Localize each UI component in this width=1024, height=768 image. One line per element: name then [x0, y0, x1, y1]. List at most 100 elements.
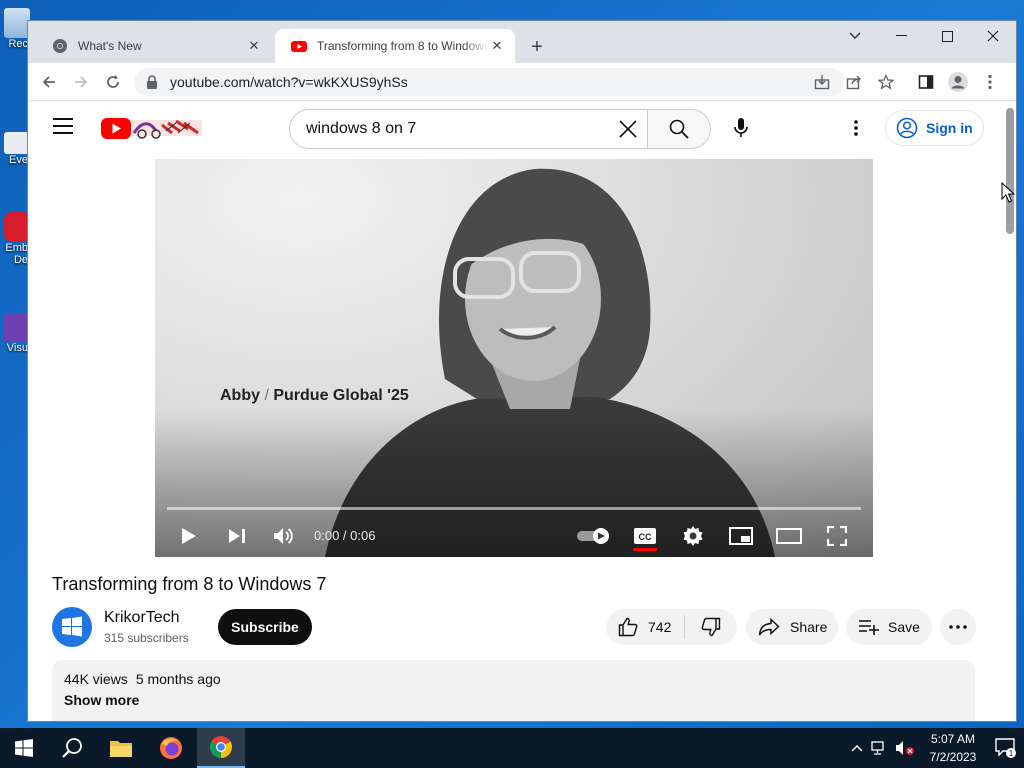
like-dislike-group: 742: [606, 609, 737, 645]
share-button[interactable]: Share: [746, 609, 838, 645]
next-button[interactable]: [223, 523, 251, 549]
folder-icon: [110, 741, 132, 757]
miniplayer-icon: [729, 527, 753, 545]
taskbar-clock[interactable]: 5:07 AM 7/2/2023: [918, 730, 988, 766]
youtube-logo[interactable]: [100, 115, 202, 141]
miniplayer-button[interactable]: [727, 523, 755, 549]
search-button[interactable]: [648, 109, 711, 149]
youtube-icon: [291, 41, 307, 52]
search-icon: [62, 738, 82, 758]
new-tab-button[interactable]: +: [525, 35, 549, 59]
closed-captions-icon: CC: [634, 528, 656, 544]
captions-button[interactable]: CC: [631, 523, 659, 549]
tab-strip: What's New ✕ Transforming from 8 to Wind…: [28, 21, 1016, 63]
start-button[interactable]: [0, 728, 48, 768]
search-input[interactable]: windows 8 on 7: [289, 109, 648, 149]
account-circle-icon: [896, 117, 918, 139]
desktop-icon-recycle-bin[interactable]: Rec: [0, 8, 30, 50]
windows-taskbar: 5:07 AM 7/2/2023 1: [0, 728, 1024, 768]
close-tab-icon[interactable]: ✕: [246, 38, 262, 54]
back-button[interactable]: [36, 69, 62, 95]
description-box[interactable]: 44K views 5 months ago Show more: [52, 660, 975, 721]
taskbar-search-button[interactable]: [48, 728, 96, 768]
video-meta: 44K views 5 months ago: [64, 671, 963, 687]
clear-search-icon[interactable]: [617, 118, 639, 140]
upload-age: 5 months ago: [135, 671, 221, 687]
play-icon: [182, 528, 196, 544]
window-controls: [832, 21, 1016, 51]
forward-button[interactable]: [68, 69, 94, 95]
reload-button[interactable]: [100, 69, 126, 95]
bookmark-star-icon[interactable]: [870, 69, 902, 95]
close-tab-icon[interactable]: ✕: [489, 38, 505, 54]
thumbs-up-icon: [618, 617, 638, 637]
channel-avatar[interactable]: [52, 607, 92, 647]
share-arrow-icon: [758, 618, 780, 636]
address-bar[interactable]: youtube.com/watch?v=wkKXUS9yhSs: [134, 68, 844, 96]
video-progress-bar[interactable]: [167, 507, 861, 510]
more-actions-button[interactable]: [940, 609, 976, 645]
lock-icon: [147, 75, 157, 89]
svg-text:CC: CC: [639, 532, 652, 542]
install-icon[interactable]: [806, 69, 838, 95]
dislike-button[interactable]: [685, 609, 737, 645]
thumbs-down-icon: [701, 617, 721, 637]
desktop-icon-events[interactable]: Eve: [0, 132, 30, 166]
hamburger-menu-icon[interactable]: [53, 118, 73, 134]
autoplay-toggle[interactable]: [577, 523, 611, 549]
tab-whats-new[interactable]: What's New ✕: [36, 29, 272, 63]
video-time: 0:00 / 0:06: [314, 528, 376, 543]
chrome-icon: [210, 736, 232, 758]
subscribe-button[interactable]: Subscribe: [218, 609, 312, 645]
fullscreen-icon: [827, 526, 847, 546]
taskbar-file-explorer[interactable]: [97, 728, 145, 768]
notification-icon: 1: [995, 738, 1016, 758]
skip-next-icon: [229, 529, 245, 543]
minimize-button[interactable]: [878, 21, 924, 51]
mouse-cursor-icon: [1001, 182, 1015, 203]
taskbar-chrome[interactable]: [197, 728, 245, 768]
desktop-icon-embedded[interactable]: Emb De: [0, 212, 30, 266]
youtube-logo-icon: [101, 118, 131, 139]
profile-avatar-icon[interactable]: [942, 69, 974, 95]
network-icon[interactable]: [868, 740, 892, 756]
autoplay-toggle-icon: [577, 528, 609, 544]
theater-mode-icon: [776, 528, 802, 544]
video-player[interactable]: Abby / Purdue Global '25 0:00 / 0:06 CC: [155, 159, 873, 557]
tab-youtube-video[interactable]: Transforming from 8 to Windows 7 ✕: [275, 29, 515, 63]
settings-button[interactable]: [679, 523, 707, 549]
share-page-icon[interactable]: [838, 69, 870, 95]
page-scrollbar[interactable]: [1006, 108, 1014, 234]
more-horizontal-icon: [949, 625, 967, 629]
browser-menu-icon[interactable]: [974, 69, 1006, 95]
player-controls: 0:00 / 0:06 CC: [155, 515, 873, 557]
save-button[interactable]: Save: [846, 609, 932, 645]
volume-muted-icon[interactable]: [892, 740, 918, 756]
maximize-button[interactable]: [924, 21, 970, 51]
settings-menu-icon[interactable]: [843, 115, 869, 141]
show-hidden-icons-chevron-icon[interactable]: [846, 744, 868, 752]
theater-mode-button[interactable]: [775, 523, 803, 549]
show-more-link[interactable]: Show more: [64, 692, 963, 708]
volume-button[interactable]: [270, 523, 298, 549]
reload-icon: [107, 75, 119, 88]
sign-in-button[interactable]: Sign in: [885, 110, 984, 146]
tab-search-chevron-icon[interactable]: [832, 21, 878, 51]
notification-center-button[interactable]: 1: [988, 738, 1024, 758]
video-title: Transforming from 8 to Windows 7: [52, 574, 327, 594]
side-panel-icon[interactable]: [910, 69, 942, 95]
youtube-header: windows 8 on 7 Sign in: [28, 102, 988, 152]
channel-name[interactable]: KrikorTech: [104, 609, 180, 627]
doodle-logo-icon: [132, 119, 202, 139]
voice-search-button[interactable]: [728, 115, 754, 141]
like-button[interactable]: 742: [606, 609, 684, 645]
svg-text:1: 1: [1009, 749, 1014, 758]
close-window-button[interactable]: [970, 21, 1016, 51]
play-button[interactable]: [175, 523, 203, 549]
shortcut-icon: [4, 132, 30, 154]
subscriber-count: 315 subscribers: [104, 631, 189, 645]
gear-icon: [683, 526, 703, 546]
desktop-icon-visual[interactable]: Visu: [0, 314, 30, 354]
taskbar-firefox[interactable]: [147, 728, 195, 768]
fullscreen-button[interactable]: [823, 523, 851, 549]
